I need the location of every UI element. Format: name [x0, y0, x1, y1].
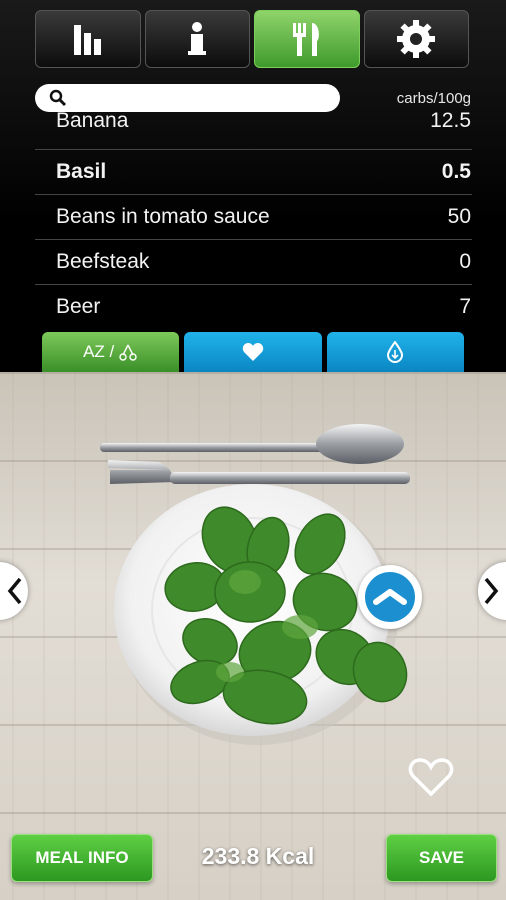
heart-icon [242, 343, 264, 361]
meal-scene [0, 372, 506, 900]
filter-tab-bar: AZ / [42, 332, 464, 372]
chevron-left-icon [7, 577, 22, 605]
food-carbs: 7 [459, 295, 471, 318]
save-button[interactable]: SAVE [386, 834, 497, 882]
favorite-heart-icon[interactable] [408, 756, 454, 798]
fork-knife-icon [292, 23, 319, 56]
gear-icon [397, 20, 436, 58]
chevron-right-icon [484, 577, 499, 605]
info-icon [188, 22, 207, 55]
unit-label: carbs/100g [396, 90, 471, 107]
filter-az-label: AZ / [83, 342, 115, 361]
kcal-total: 233.8 Kcal [201, 843, 315, 869]
search-icon [49, 89, 67, 107]
food-name: Beer [56, 295, 101, 318]
search-input[interactable] [73, 89, 337, 107]
food-row-beer[interactable]: Beer 7 [35, 285, 472, 328]
food-carbs: 0.5 [441, 160, 471, 183]
food-list[interactable]: Banana 12.5 Basil 0.5 Beans in tomato sa… [35, 110, 472, 328]
food-row-beefsteak[interactable]: Beefsteak 0 [35, 240, 472, 285]
portion-size-button[interactable] [358, 565, 422, 629]
filter-drop[interactable] [326, 332, 464, 372]
cherries-icon [119, 344, 137, 361]
food-name: Beans in tomato sauce [56, 205, 270, 228]
meal-info-button[interactable]: MEAL INFO [11, 834, 153, 882]
main-tab-bar [35, 10, 469, 68]
food-row-banana[interactable]: Banana 12.5 [35, 110, 472, 150]
filter-favorites[interactable] [184, 332, 322, 372]
search-bar [35, 84, 340, 112]
food-name: Beefsteak [56, 250, 150, 273]
food-name: Basil [56, 160, 107, 183]
bar-chart-icon [73, 25, 101, 55]
food-name: Banana [56, 110, 129, 132]
food-row-beans[interactable]: Beans in tomato sauce 50 [35, 195, 472, 240]
food-carbs: 12.5 [430, 110, 471, 132]
tab-info[interactable] [144, 10, 250, 68]
tab-food[interactable] [254, 10, 360, 68]
food-row-basil[interactable]: Basil 0.5 [35, 150, 472, 195]
filter-az[interactable]: AZ / [42, 332, 180, 372]
basil-image [164, 506, 408, 725]
tab-settings[interactable] [363, 10, 469, 68]
drop-icon [387, 341, 404, 363]
tab-statistics[interactable] [35, 10, 141, 68]
food-carbs: 0 [459, 250, 471, 273]
food-carbs: 50 [447, 205, 471, 228]
chevron-up-icon [365, 572, 415, 622]
